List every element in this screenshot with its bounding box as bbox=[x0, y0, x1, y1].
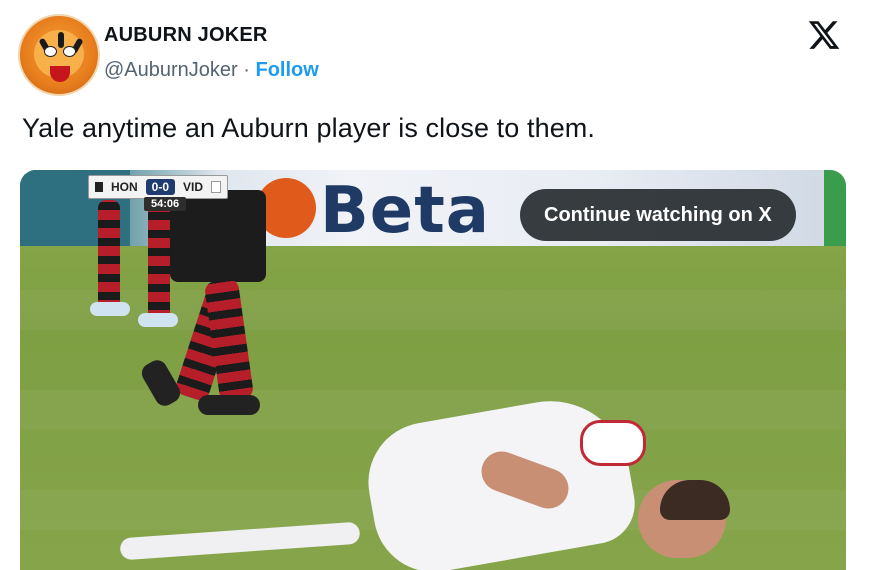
team-flag-icon bbox=[211, 181, 222, 193]
background-player-leg bbox=[148, 200, 170, 320]
away-team: VID bbox=[183, 180, 204, 194]
author-handle-line: @AuburnJoker · Follow bbox=[104, 59, 319, 82]
continue-watching-button[interactable]: Continue watching on X bbox=[520, 189, 796, 241]
player-boot bbox=[198, 395, 260, 415]
player-hair bbox=[660, 480, 730, 520]
match-score: 0-0 bbox=[145, 179, 176, 195]
team-flag-icon bbox=[95, 182, 103, 192]
billboard-panel bbox=[824, 170, 846, 246]
handle-separator: · bbox=[243, 59, 250, 81]
home-team: HON bbox=[111, 180, 138, 194]
tiger-stripe bbox=[58, 32, 64, 48]
background-player-boot bbox=[138, 313, 178, 327]
background-player-leg bbox=[98, 200, 120, 310]
author-name[interactable]: AUBURN JOKER bbox=[104, 24, 268, 47]
video-player[interactable]: Beta HON 0-0 VID 54:06 Continue watching… bbox=[20, 170, 846, 570]
background-player-boot bbox=[90, 302, 130, 316]
x-logo-icon[interactable] bbox=[806, 18, 842, 52]
author-avatar[interactable] bbox=[18, 14, 100, 96]
match-clock: 54:06 bbox=[144, 197, 187, 211]
billboard-text: Beta bbox=[320, 174, 490, 248]
scorebug: HON 0-0 VID bbox=[88, 175, 229, 199]
tiger-eye bbox=[44, 46, 57, 57]
tiger-eye bbox=[63, 46, 76, 57]
author-handle[interactable]: @AuburnJoker bbox=[104, 59, 238, 81]
tweet-text: Yale anytime an Auburn player is close t… bbox=[22, 113, 596, 143]
player-shoulder bbox=[580, 420, 646, 466]
follow-button[interactable]: Follow bbox=[256, 59, 319, 81]
tiger-mouth bbox=[50, 66, 70, 82]
